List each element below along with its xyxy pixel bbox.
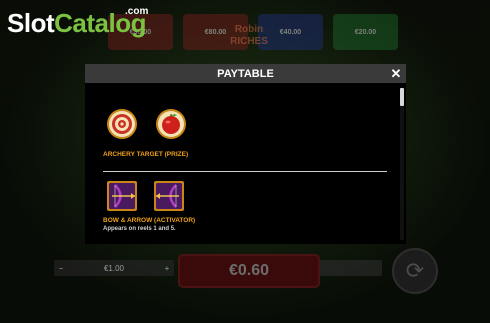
archery-target-icon [107,109,137,139]
win-value: €0.60 [228,262,270,279]
bet-value: €1.00 [103,263,125,273]
scrollbar-thumb[interactable] [400,88,404,106]
paytable-modal: PAYTABLE ✕ ARCHERY TARGET (PRIZE) BOW & … [85,64,406,244]
game-title-line1: Robin [234,24,264,35]
paytable-header: PAYTABLE ✕ [85,66,406,83]
logo-text-slot: Slot [7,8,55,38]
close-button[interactable]: ✕ [389,66,403,82]
paytable-scrollbar[interactable] [400,88,404,240]
paytable-title: PAYTABLE [217,68,274,80]
bet-selector[interactable]: − €1.00 + [54,260,174,276]
logo-text-com: .com [125,6,149,17]
game-title: Robin RICHES [214,24,284,58]
apple-arrow-icon [156,109,186,139]
archery-target-label: ARCHERY TARGET (PRIZE) [103,151,189,158]
slotcatalog-logo: SlotCatalog .com [7,6,149,40]
bow-arrow-left-icon [107,181,137,211]
bet-decrease-button[interactable]: − [54,264,68,273]
bottom-control-bar: − €1.00 + €0.60 ⟳ [52,248,442,294]
game-title-line2: RICHES [230,36,268,47]
win-display: €0.60 [178,254,320,288]
paytable-body: ARCHERY TARGET (PRIZE) BOW & ARROW (ACTI… [85,85,401,244]
jackpot-4: €20.00 [333,14,398,50]
section-divider [103,171,387,172]
bow-arrow-description: Appears on reels 1 and 5. [103,226,176,232]
bet-increase-button[interactable]: + [160,264,174,273]
bow-arrow-right-icon [154,181,184,211]
bow-arrow-label: BOW & ARROW (ACTIVATOR) [103,217,196,224]
spin-button[interactable]: ⟳ [392,248,438,294]
spin-icon: ⟳ [405,258,425,283]
close-icon: ✕ [390,66,402,81]
autoplay-box[interactable] [320,260,382,276]
